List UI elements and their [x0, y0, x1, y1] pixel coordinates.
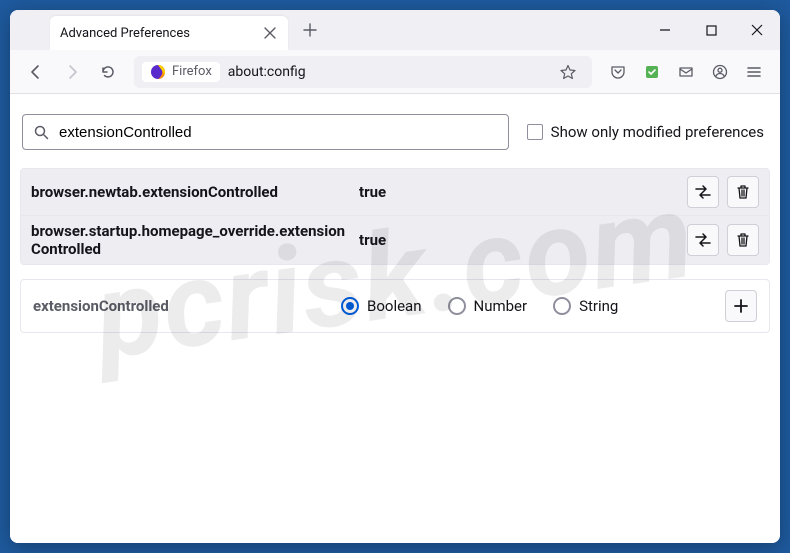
reload-button[interactable]	[92, 56, 124, 88]
search-icon	[33, 124, 49, 140]
url-bar[interactable]: Firefox about:config	[134, 56, 592, 88]
search-box[interactable]	[22, 114, 509, 150]
tab-title: Advanced Preferences	[60, 26, 262, 41]
new-tab-button[interactable]	[296, 16, 324, 44]
nav-toolbar: Firefox about:config	[10, 50, 780, 94]
radio-string[interactable]: String	[553, 297, 618, 315]
pref-table: browser.newtab.extensionControlled true …	[20, 168, 770, 265]
pref-row: browser.startup.homepage_override.extens…	[21, 215, 769, 264]
back-button[interactable]	[20, 56, 52, 88]
app-menu-button[interactable]	[738, 56, 770, 88]
toggle-button[interactable]	[687, 176, 719, 208]
pref-value: true	[359, 183, 679, 201]
delete-button[interactable]	[727, 224, 759, 256]
new-pref-name[interactable]: extensionControlled	[33, 297, 333, 315]
tab-bar: Advanced Preferences	[10, 10, 780, 50]
delete-button[interactable]	[727, 176, 759, 208]
maximize-button[interactable]	[688, 10, 734, 50]
pref-row: browser.newtab.extensionControlled true	[21, 169, 769, 215]
tab-active[interactable]: Advanced Preferences	[50, 16, 288, 50]
search-input[interactable]	[59, 124, 498, 141]
about-config-content: Show only modified preferences browser.n…	[10, 94, 780, 543]
radio-icon	[341, 297, 359, 315]
pocket-icon[interactable]	[602, 56, 634, 88]
pref-name[interactable]: browser.startup.homepage_override.extens…	[31, 222, 351, 258]
add-pref-button[interactable]	[725, 290, 757, 322]
radio-icon	[553, 297, 571, 315]
firefox-logo-icon	[150, 64, 166, 80]
radio-label: String	[579, 297, 618, 315]
toolbar-right	[602, 56, 770, 88]
extension-icon[interactable]	[636, 56, 668, 88]
forward-button[interactable]	[56, 56, 88, 88]
close-window-button[interactable]	[734, 10, 780, 50]
type-radio-group: Boolean Number String	[341, 297, 717, 315]
browser-window: Advanced Preferences	[10, 10, 780, 543]
minimize-button[interactable]	[642, 10, 688, 50]
radio-boolean[interactable]: Boolean	[341, 297, 422, 315]
window-controls	[642, 10, 780, 50]
modified-only-checkbox[interactable]: Show only modified preferences	[527, 123, 768, 141]
close-tab-icon[interactable]	[262, 25, 278, 41]
pref-value: true	[359, 231, 679, 249]
radio-label: Number	[474, 297, 528, 315]
pref-name[interactable]: browser.newtab.extensionControlled	[31, 183, 351, 201]
identity-label: Firefox	[172, 64, 212, 79]
radio-number[interactable]: Number	[448, 297, 528, 315]
account-icon[interactable]	[704, 56, 736, 88]
toggle-button[interactable]	[687, 224, 719, 256]
mail-icon[interactable]	[670, 56, 702, 88]
search-row: Show only modified preferences	[20, 114, 770, 150]
radio-label: Boolean	[367, 297, 422, 315]
identity-box[interactable]: Firefox	[142, 62, 220, 82]
url-text: about:config	[228, 64, 544, 80]
radio-icon	[448, 297, 466, 315]
new-pref-row: extensionControlled Boolean Number Strin…	[20, 279, 770, 333]
checkbox-label: Show only modified preferences	[551, 123, 764, 141]
bookmark-star-icon[interactable]	[552, 56, 584, 88]
checkbox-icon	[527, 124, 543, 140]
